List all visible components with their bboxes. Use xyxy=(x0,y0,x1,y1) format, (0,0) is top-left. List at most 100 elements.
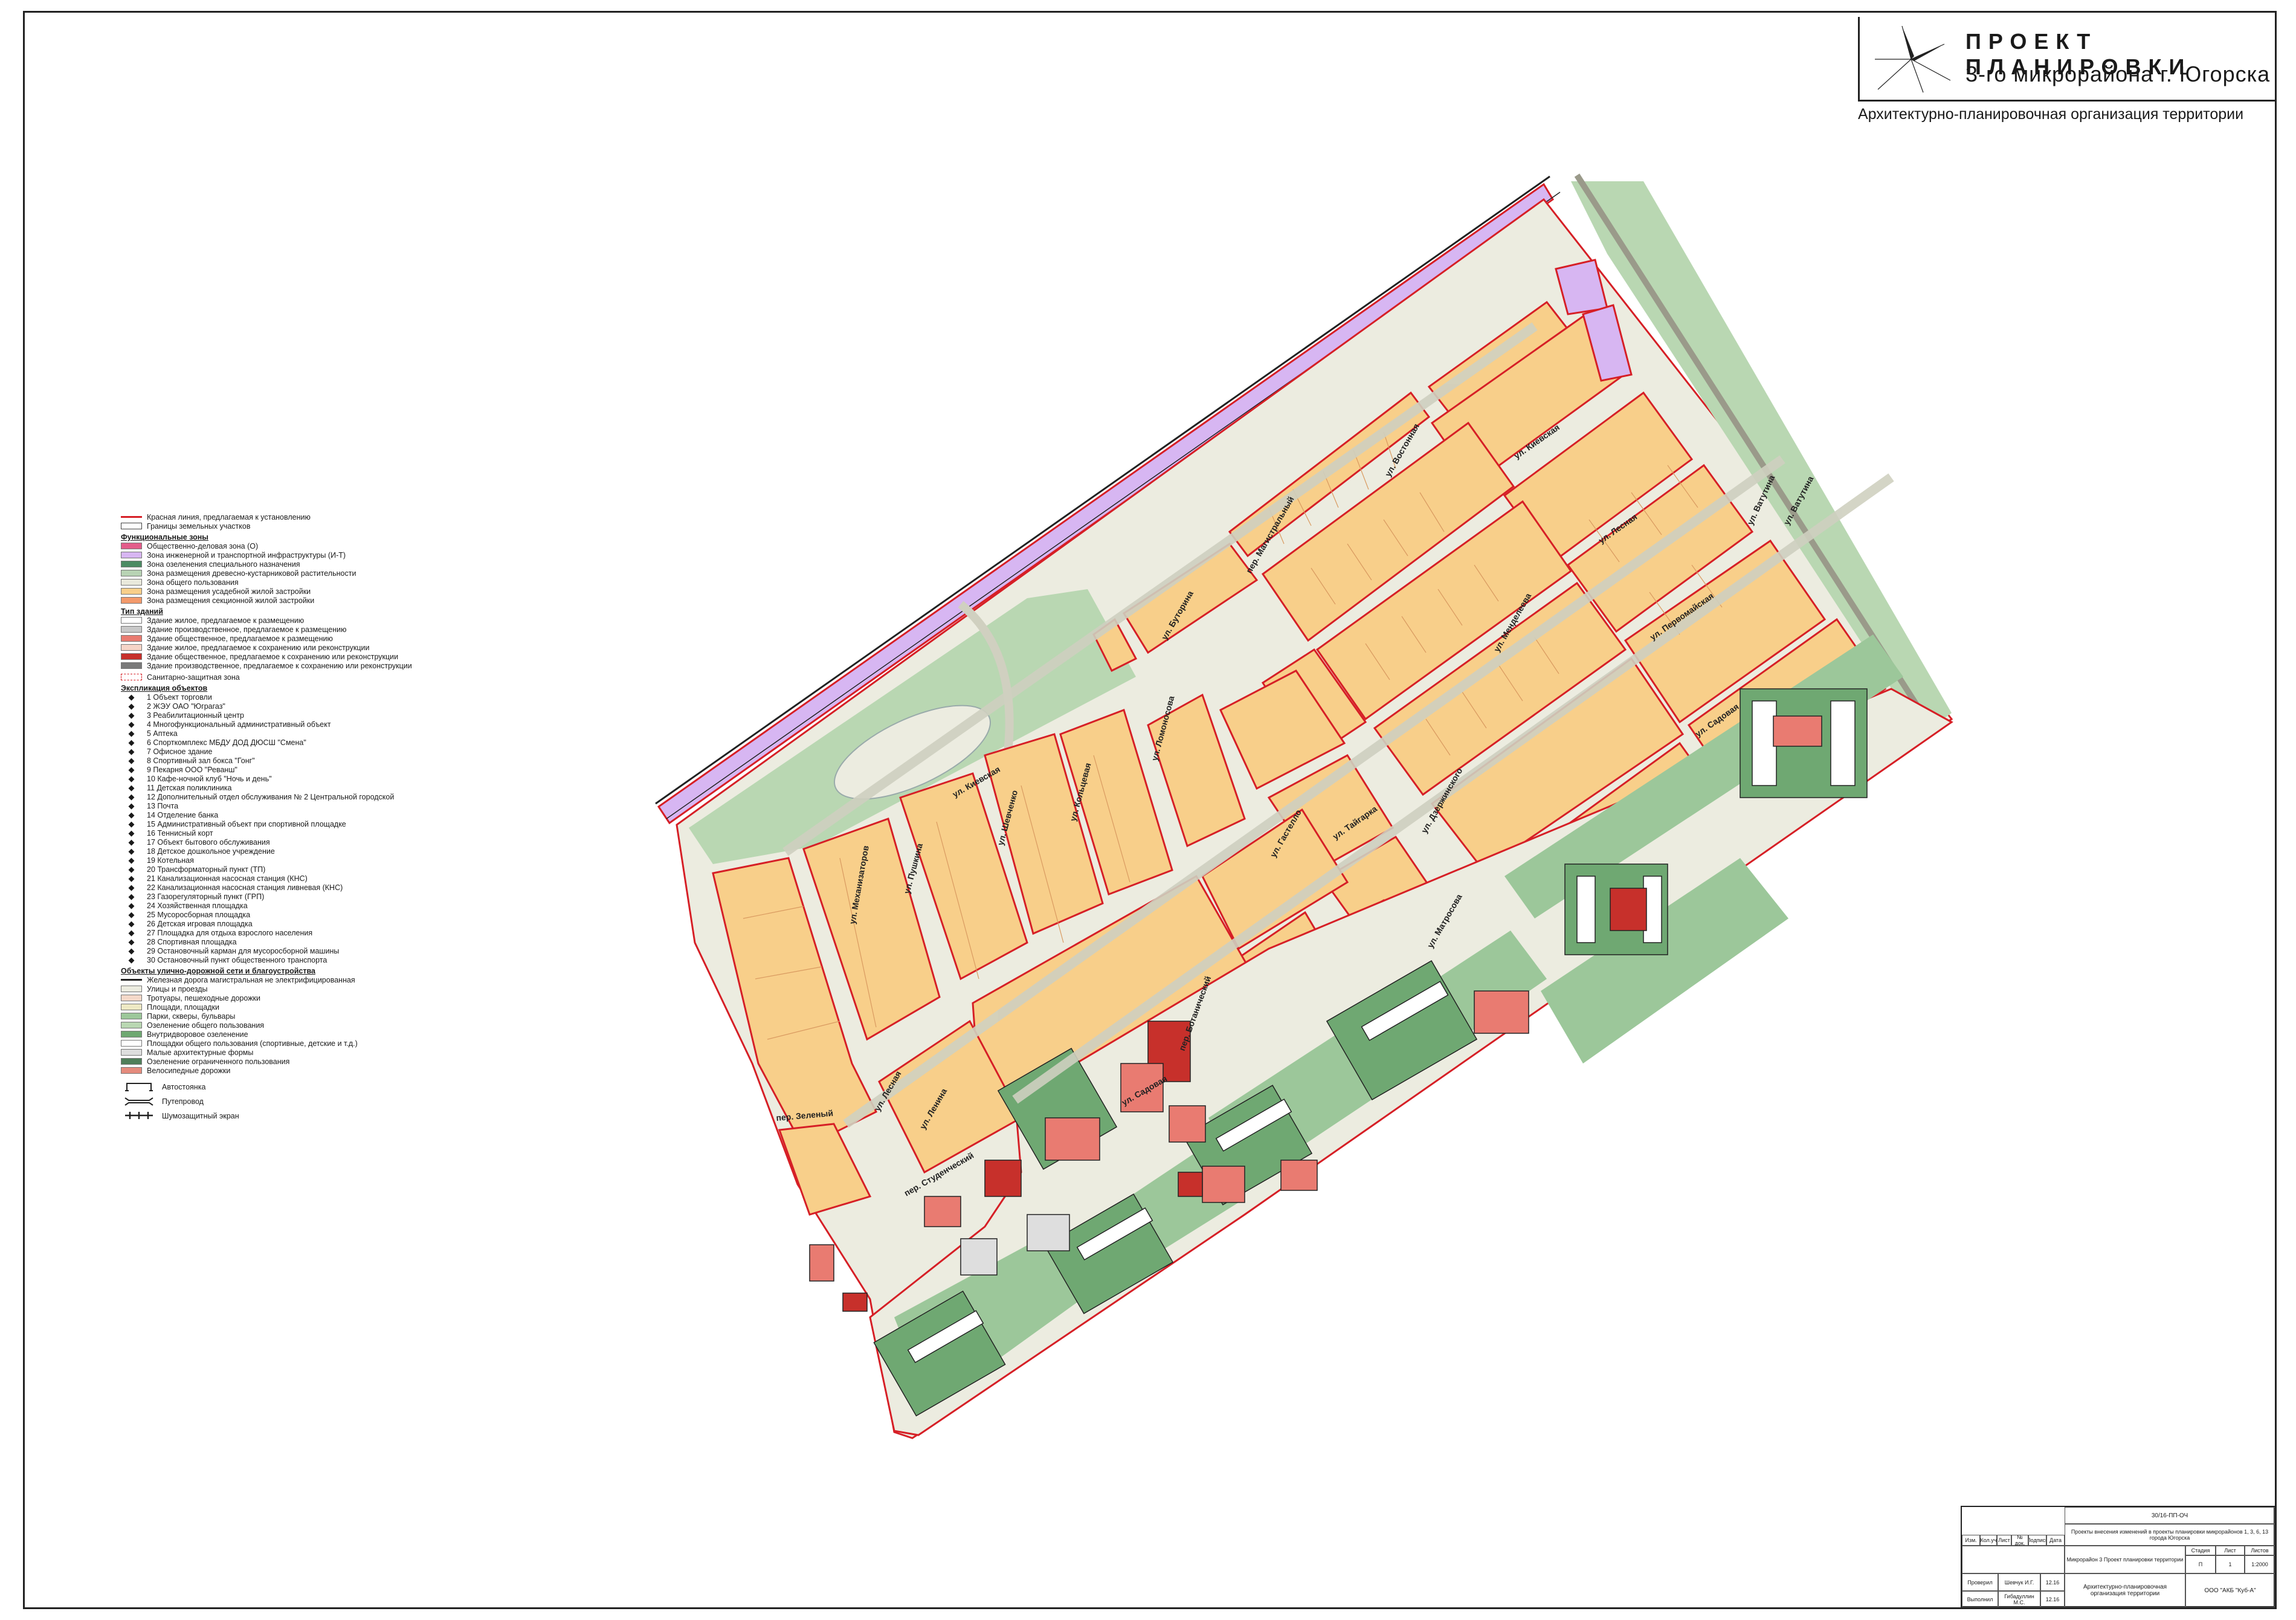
legend-object-item: ◆ 1 Объект торговли xyxy=(121,692,435,702)
legend-object-item: ◆ 25 Мусоросборная площадка xyxy=(121,910,435,919)
legend-red-line: Красная линия, предлагаемая к установлен… xyxy=(121,512,435,521)
bullet-icon: ◆ xyxy=(128,918,135,928)
legend-zone-item: Зона озеленения специального назначения xyxy=(121,560,435,569)
title-subtitle: 3-го микрорайона г. Югорска xyxy=(1965,62,2271,86)
legend-object-item: ◆ 8 Спортивный зал бокса "Гонг" xyxy=(121,756,435,765)
bullet-icon: ◆ xyxy=(128,710,135,720)
legend-roads-title: Объекты улично-дорожной сети и благоустр… xyxy=(121,967,315,975)
legend-object-item: ◆ 24 Хозяйственная площадка xyxy=(121,901,435,910)
legend-building-item: Здание производственное, предлагаемое к … xyxy=(121,625,435,634)
legend-road-item: Озеленение ограниченного пользования xyxy=(121,1057,435,1066)
bullet-icon: ◆ xyxy=(128,728,135,738)
bullet-icon: ◆ xyxy=(128,783,135,792)
legend-overpass: Путепровод xyxy=(121,1094,435,1109)
legend-object-item: ◆ 10 Кафе-ночной клуб "Ночь и день" xyxy=(121,774,435,783)
bullet-icon: ◆ xyxy=(128,928,135,937)
bullet-icon: ◆ xyxy=(128,900,135,910)
bullet-icon: ◆ xyxy=(128,701,135,711)
legend-zones-title: Функциональные зоны xyxy=(121,533,208,541)
legend-building-item: Здание производственное, предлагаемое к … xyxy=(121,661,435,670)
legend-zone-item: Зона общего пользования xyxy=(121,578,435,587)
bullet-icon: ◆ xyxy=(128,846,135,856)
stamp-description: Проекты внесения изменений в проекты пла… xyxy=(2065,1524,2275,1546)
overpass-icon xyxy=(124,1097,153,1106)
bullet-icon: ◆ xyxy=(128,828,135,837)
stamp-code: 30/16-ПП-ОЧ xyxy=(2065,1507,2275,1524)
legend-object-item: ◆ 11 Детская поликлиника xyxy=(121,783,435,792)
legend-object-item: ◆ 19 Котельная xyxy=(121,856,435,865)
bullet-icon: ◆ xyxy=(128,891,135,901)
legend-road-item: Тротуары, пешеходные дорожки xyxy=(121,993,435,1002)
legend-road-item: Площади, площадки xyxy=(121,1002,435,1012)
bullet-icon: ◆ xyxy=(128,755,135,765)
legend-object-item: ◆ 6 Спорткомплекс МБДУ ДОД ДЮСШ "Смена" xyxy=(121,738,435,747)
legend-object-item: ◆ 22 Канализационная насосная станция лив… xyxy=(121,883,435,892)
bullet-icon: ◆ xyxy=(128,819,135,828)
bullet-icon: ◆ xyxy=(128,801,135,810)
stamp-stage: П xyxy=(2185,1555,2216,1573)
bullet-icon: ◆ xyxy=(128,837,135,847)
bullet-icon: ◆ xyxy=(128,810,135,819)
legend-sanitary-zone: Санитарно-защитная зона xyxy=(121,673,435,682)
bullet-icon: ◆ xyxy=(128,855,135,865)
legend-building-item: Здание общественное, предлагаемое к сохр… xyxy=(121,652,435,661)
legend-road-item: Парки, скверы, бульвары xyxy=(121,1012,435,1021)
stamp-org: ООО "АКБ "Куб-А" xyxy=(2185,1573,2275,1607)
bullet-icon: ◆ xyxy=(128,792,135,801)
legend-buildings-title: Тип зданий xyxy=(121,607,163,616)
legend-object-item: ◆ 21 Канализационная насосная станция (КН… xyxy=(121,874,435,883)
bullet-icon: ◆ xyxy=(128,882,135,892)
legend-building-item: Здание жилое, предлагаемое к размещению xyxy=(121,616,435,625)
bullet-icon: ◆ xyxy=(128,955,135,964)
parking-icon xyxy=(125,1082,153,1091)
legend-object-item: ◆ 9 Пекарня ООО "Реванш" xyxy=(121,765,435,774)
bullet-icon: ◆ xyxy=(128,873,135,883)
legend-zone-item: Зона размещения древесно-кустарниковой р… xyxy=(121,569,435,578)
legend-road-item: Велосипедные дорожки xyxy=(121,1066,435,1075)
legend-objects-title: Экспликация объектов xyxy=(121,684,208,692)
legend-object-item: ◆ 17 Объект бытового обслуживания xyxy=(121,837,435,847)
legend-road-item: Площадки общего пользования (спортивные,… xyxy=(121,1039,435,1048)
bullet-icon: ◆ xyxy=(128,909,135,919)
legend-object-item: ◆ 26 Детская игровая площадка xyxy=(121,919,435,928)
bullet-icon: ◆ xyxy=(128,746,135,756)
map-legend: Красная линия, предлагаемая к установлен… xyxy=(121,512,435,1123)
legend-object-item: ◆ 18 Детское дошкольное учреждение xyxy=(121,847,435,856)
north-arrow-icon xyxy=(1875,25,1951,93)
stamp-scale: 1:2000 xyxy=(2245,1555,2275,1573)
legend-object-item: ◆ 12 Дополнительный отдел обслуживания № … xyxy=(121,792,435,801)
legend-road-item: Железная дорога магистральная не электри… xyxy=(121,975,435,984)
legend-road-item: Озеленение общего пользования xyxy=(121,1021,435,1030)
legend-object-item: ◆ 15 Административный объект при спортивн… xyxy=(121,819,435,828)
sheet-title: Архитектурно-планировочная организация т… xyxy=(1858,106,2244,123)
bullet-icon: ◆ xyxy=(128,946,135,955)
bullet-icon: ◆ xyxy=(128,737,135,747)
noise-screen-icon xyxy=(125,1111,153,1119)
legend-building-item: Здание жилое, предлагаемое к сохранению … xyxy=(121,643,435,652)
legend-object-item: ◆ 14 Отделение банка xyxy=(121,810,435,819)
title-block: ПРОЕКТ ПЛАНИРОВКИ 3-го микрорайона г. Юг… xyxy=(1858,17,2275,102)
bullet-icon: ◆ xyxy=(128,692,135,702)
bullet-icon: ◆ xyxy=(128,773,135,783)
legend-noise-screen: Шумозащитный экран xyxy=(121,1109,435,1123)
legend-object-item: ◆ 16 Теннисный корт xyxy=(121,828,435,837)
legend-road-item: Улицы и проезды xyxy=(121,984,435,993)
legend-object-item: ◆ 3 Реабилитационный центр xyxy=(121,711,435,720)
legend-object-item: ◆ 7 Офисное здание xyxy=(121,747,435,756)
legend-object-item: ◆ 20 Трансформаторный пункт (ТП) xyxy=(121,865,435,874)
legend-building-item: Здание общественное, предлагаемое к разм… xyxy=(121,634,435,643)
legend-object-item: ◆ 30 Остановочный пункт общественного тра… xyxy=(121,955,435,964)
title-stamp: 30/16-ПП-ОЧ Проекты внесения изменений в… xyxy=(1961,1506,2275,1607)
stamp-part: Микрорайон 3 Проект планировки территори… xyxy=(2065,1546,2185,1573)
legend-object-item: ◆ 28 Спортивная площадка xyxy=(121,937,435,946)
legend-parking: Автостоянка xyxy=(121,1080,435,1094)
legend-plot-borders: Границы земельных участков xyxy=(121,521,435,531)
legend-object-item: ◆ 27 Площадка для отдыха взрослого населе… xyxy=(121,928,435,937)
legend-object-item: ◆ 5 Аптека xyxy=(121,729,435,738)
legend-road-item: Малые архитектурные формы xyxy=(121,1048,435,1057)
legend-object-item: ◆ 13 Почта xyxy=(121,801,435,810)
legend-zone-item: Общественно-деловая зона (О) xyxy=(121,541,435,550)
bullet-icon: ◆ xyxy=(128,937,135,946)
legend-object-item: ◆ 23 Газорегуляторный пункт (ГРП) xyxy=(121,892,435,901)
stamp-sheet-title: Архитектурно-планировочная организация т… xyxy=(2065,1573,2185,1607)
